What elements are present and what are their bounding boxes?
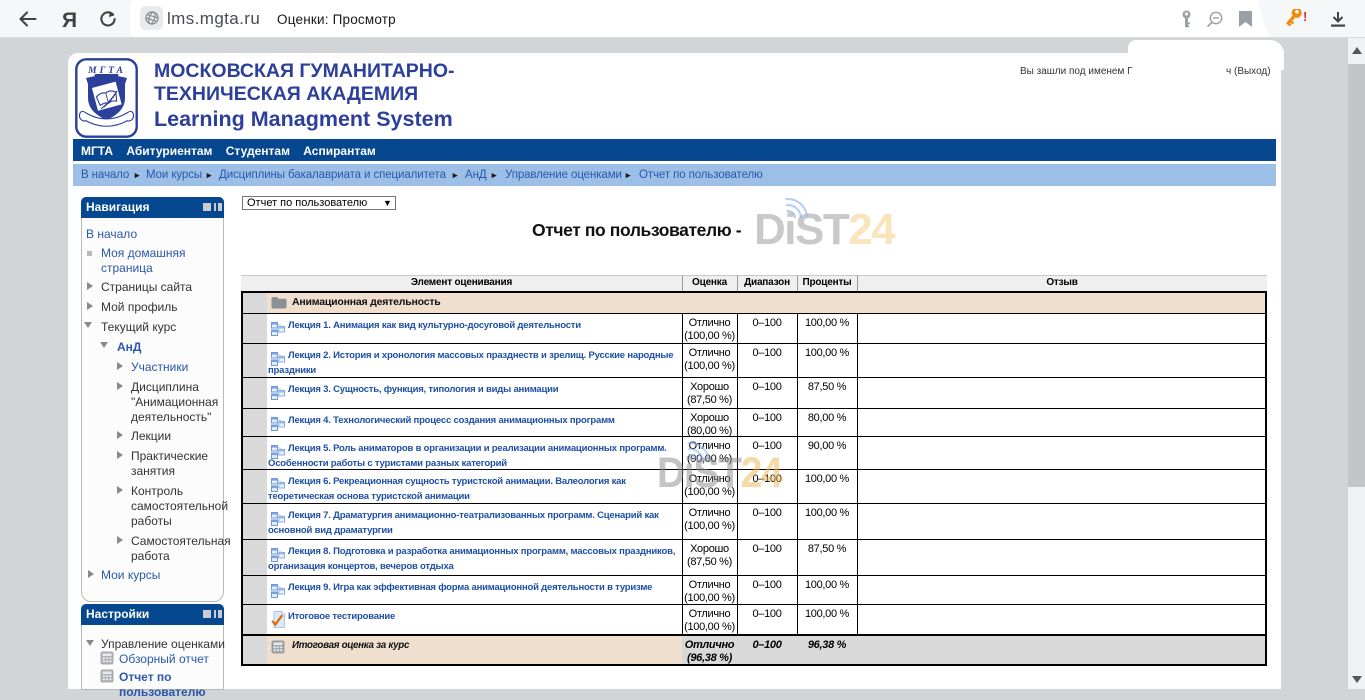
svg-text:!: ! xyxy=(1303,9,1307,24)
